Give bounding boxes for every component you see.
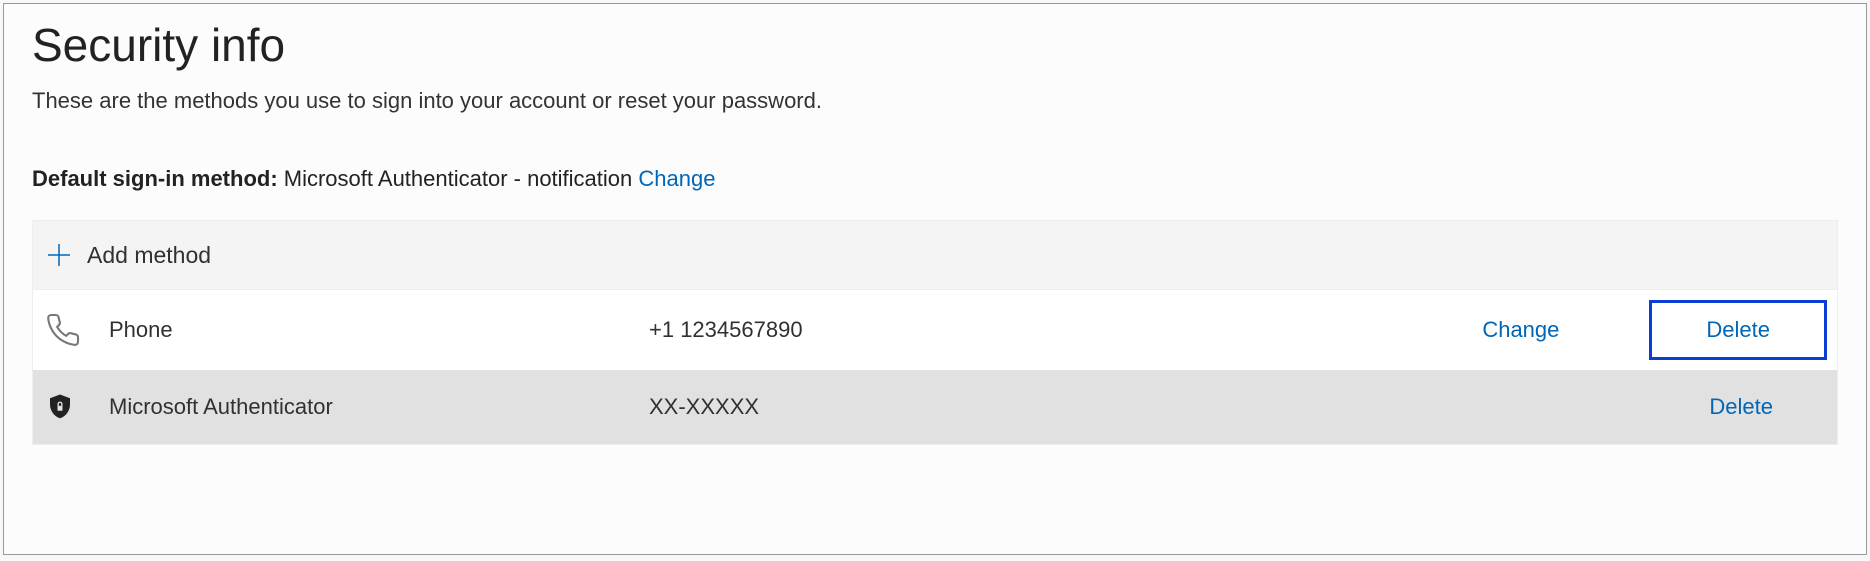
method-actions: Change Delete [1482, 314, 1823, 346]
change-phone-link[interactable]: Change [1482, 317, 1559, 343]
methods-list: Add method Phone +1 1234567890 Change De… [32, 220, 1838, 445]
method-name: Microsoft Authenticator [109, 394, 649, 420]
delete-authenticator-button[interactable]: Delete [1709, 394, 1823, 420]
security-info-panel: Security info These are the methods you … [3, 3, 1867, 555]
authenticator-icon [45, 392, 91, 422]
method-row-phone: Phone +1 1234567890 Change Delete [33, 290, 1837, 370]
default-sign-in-method: Default sign-in method: Microsoft Authen… [32, 166, 1838, 192]
default-method-label: Default sign-in method: [32, 166, 284, 191]
delete-phone-button[interactable]: Delete [1649, 300, 1827, 360]
add-method-label: Add method [87, 242, 211, 269]
page-title: Security info [32, 18, 1838, 72]
phone-icon [45, 312, 91, 348]
method-actions: Delete [1709, 394, 1823, 420]
method-name: Phone [109, 317, 649, 343]
page-subtitle: These are the methods you use to sign in… [32, 88, 1838, 114]
method-row-authenticator: Microsoft Authenticator XX-XXXXX Delete [33, 370, 1837, 444]
change-default-method-link[interactable]: Change [638, 166, 715, 191]
plus-icon [45, 241, 73, 269]
add-method-button[interactable]: Add method [33, 221, 1837, 290]
method-value: +1 1234567890 [649, 317, 1482, 343]
method-value: XX-XXXXX [649, 394, 1709, 420]
default-method-value: Microsoft Authenticator - notification [284, 166, 633, 191]
